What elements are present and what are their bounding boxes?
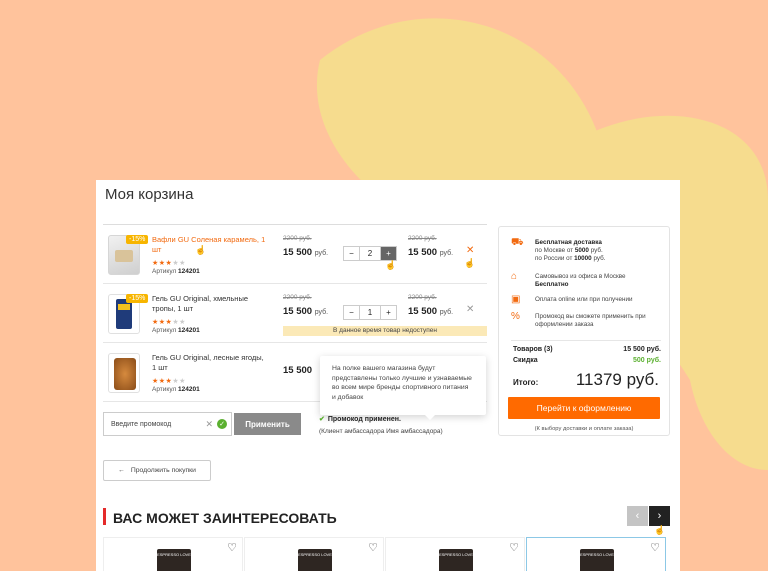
info-tooltip: На полке вашего магазина будут представл… xyxy=(320,356,486,420)
decrease-button[interactable]: − xyxy=(344,247,359,260)
sku: Артикул 124201 xyxy=(152,327,200,334)
decrease-button[interactable]: − xyxy=(344,306,359,319)
rating-stars: ★★★★★ xyxy=(152,260,186,267)
carousel-prev-button[interactable]: ‹ xyxy=(627,506,648,526)
remove-item-button[interactable]: ✕ xyxy=(466,304,474,315)
product-image: ESPRESSO LOVE xyxy=(439,549,473,571)
heart-icon[interactable]: ♡ xyxy=(650,541,660,554)
product-image[interactable] xyxy=(108,353,140,393)
product-name-link[interactable]: Гель GU Original, лесные ягоды, 1 шт xyxy=(152,353,270,373)
product-card[interactable]: ♡ ESPRESSO LOVE xyxy=(385,537,525,571)
percent-icon: % xyxy=(511,311,520,322)
total-label: Итого: xyxy=(513,378,539,387)
order-summary: ⛟ Бесплатная доставка по Москве от 5000 … xyxy=(498,226,670,436)
quantity-value[interactable]: 2 xyxy=(359,247,381,260)
wallet-icon: ▣ xyxy=(511,294,521,305)
sku: Артикул 124201 xyxy=(152,386,200,393)
checkout-note: (К выбору доставки и оплате заказа) xyxy=(534,426,634,432)
old-price: 2200 руб. xyxy=(283,294,312,301)
check-icon: ✓ xyxy=(217,419,227,429)
hand-cursor-icon: ☝ xyxy=(654,525,666,535)
promo-code-input[interactable]: Введите промокод xyxy=(111,421,205,428)
cart-panel: Моя корзина -15% Вафли GU Соленая караме… xyxy=(96,180,680,571)
goods-total-row: Товаров (3) 15 500 руб. xyxy=(513,346,661,353)
checkout-button[interactable]: Перейти к оформлению xyxy=(508,397,660,419)
quantity-stepper[interactable]: − 2 + xyxy=(343,246,397,261)
discount-badge: -15% xyxy=(126,294,149,303)
truck-icon: ⛟ xyxy=(511,237,524,248)
recommendations-title: ВАС МОЖЕТ ЗАИНТЕРЕСОВАТЬ xyxy=(113,510,337,526)
continue-shopping-button[interactable]: ← Продолжить покупки xyxy=(103,460,211,481)
product-image: ESPRESSO LOVE xyxy=(298,549,332,571)
discount-badge: -15% xyxy=(126,235,149,244)
total-value: 11379 руб. xyxy=(575,370,659,389)
arrow-left-icon: ← xyxy=(118,467,125,474)
unit-price: 15 500 руб. xyxy=(283,306,329,317)
product-image: ESPRESSO LOVE xyxy=(157,549,191,571)
remove-item-button[interactable]: ✕ xyxy=(466,245,474,256)
product-card[interactable]: ♡ ESPRESSO LOVE xyxy=(103,537,243,571)
delivery-info: ⛟ Бесплатная доставка по Москве от 5000 … xyxy=(511,237,606,263)
clear-icon[interactable]: ✕ xyxy=(205,419,213,430)
increase-button[interactable]: + xyxy=(381,247,396,260)
checkmark-icon: ✔ xyxy=(319,416,325,423)
quantity-value[interactable]: 1 xyxy=(359,306,381,319)
unit-price: 15 500 xyxy=(283,365,313,376)
product-name-link[interactable]: Вафли GU Соленая карамель, 1 шт xyxy=(152,235,270,255)
cart-item: -15% Вафли GU Соленая карамель, 1 шт ☝ ★… xyxy=(103,225,487,284)
sku: Артикул 124201 xyxy=(152,268,200,275)
old-price: 2200 руб. xyxy=(283,235,312,242)
unavailable-notice: В данное время товар недоступен xyxy=(283,326,487,336)
divider xyxy=(511,340,661,341)
increase-button[interactable]: + xyxy=(381,306,396,319)
product-card[interactable]: ♡ ESPRESSO LOVE xyxy=(526,537,666,571)
store-icon: ⌂ xyxy=(511,271,518,282)
page-title: Моя корзина xyxy=(105,186,194,203)
promo-info: % Промокод вы сможете применить при офор… xyxy=(511,311,646,329)
carousel-next-button[interactable]: › xyxy=(649,506,670,526)
product-card[interactable]: ♡ ESPRESSO LOVE xyxy=(244,537,384,571)
quantity-stepper[interactable]: − 1 + xyxy=(343,305,397,320)
old-total: 2200 руб. xyxy=(408,235,437,242)
payment-info: ▣ Оплата online или при получении xyxy=(511,295,661,305)
product-image: ESPRESSO LOVE xyxy=(580,549,614,571)
rating-stars: ★★★★★ xyxy=(152,319,186,326)
promo-code-field[interactable]: Введите промокод ✕ ✓ xyxy=(103,412,232,436)
line-total: 15 500 руб. xyxy=(408,306,454,317)
promo-applied-text: ✔ Промокод применен. xyxy=(319,416,401,423)
hand-cursor-icon: ☝ xyxy=(464,258,476,268)
heart-icon[interactable]: ♡ xyxy=(509,541,519,554)
heart-icon[interactable]: ♡ xyxy=(227,541,237,554)
ambassador-note: (Клиент амбассадора Имя амбассадора) xyxy=(319,428,443,435)
rating-stars: ★★★★★ xyxy=(152,378,186,385)
product-name-link[interactable]: Гель GU Original, хмельные тропы, 1 шт xyxy=(152,294,270,314)
section-accent xyxy=(103,508,106,525)
heart-icon[interactable]: ♡ xyxy=(368,541,378,554)
cart-item: -15% Гель GU Original, хмельные тропы, 1… xyxy=(103,284,487,343)
unit-price: 15 500 руб. xyxy=(283,247,329,258)
pickup-info: ⌂ Самовывоз из офиса в Москве Бесплатно xyxy=(511,271,626,289)
hand-cursor-icon: ☝ xyxy=(385,260,397,270)
apply-promo-button[interactable]: Применить xyxy=(234,413,301,435)
discount-row: Скидка 500 руб. xyxy=(513,357,661,364)
hand-cursor-icon: ☝ xyxy=(195,245,207,255)
old-total: 2200 руб. xyxy=(408,294,437,301)
line-total: 15 500 руб. xyxy=(408,247,454,258)
